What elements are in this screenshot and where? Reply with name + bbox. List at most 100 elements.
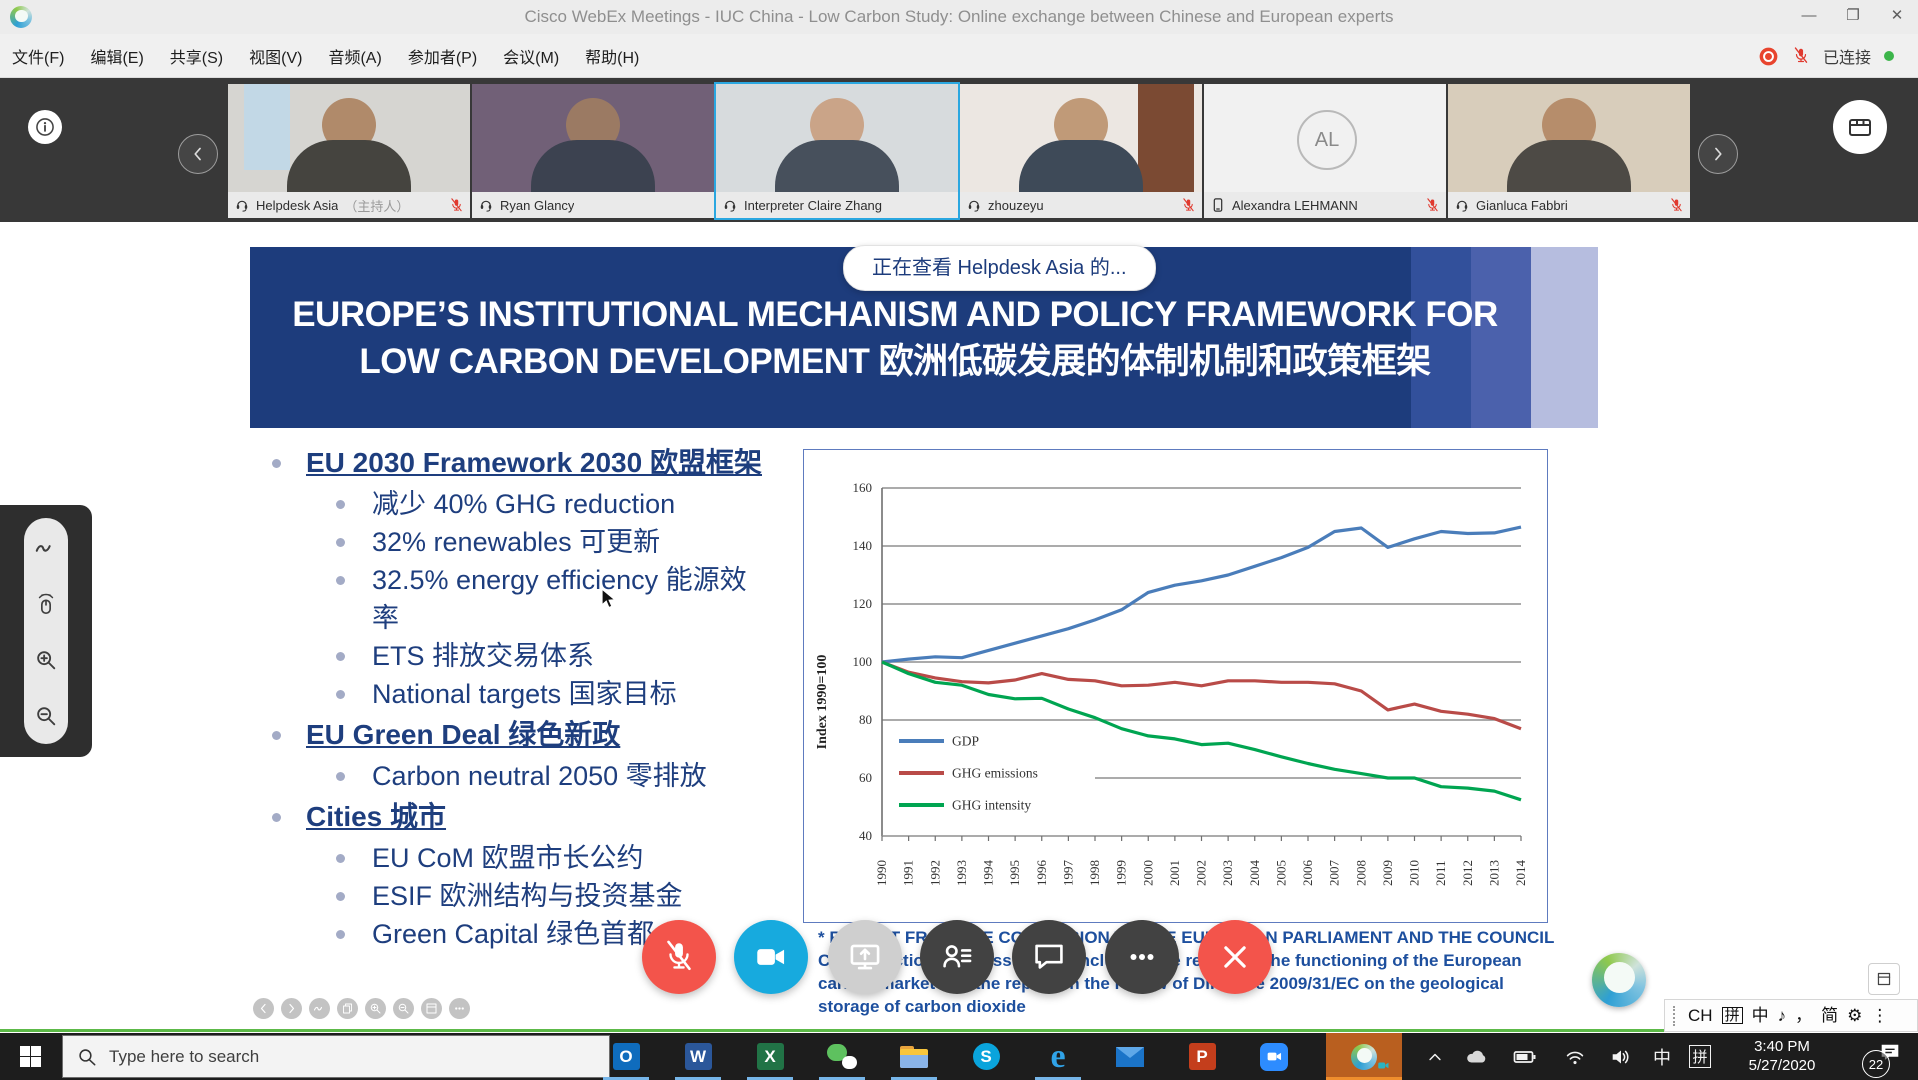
taskbar-search[interactable]: Type here to search [62,1035,610,1078]
headset-icon [966,197,982,213]
participant-name: zhouzeyu [988,198,1044,213]
clock-time: 3:40 PM [1728,1037,1836,1056]
ime-language-indicator[interactable]: 中 [1646,1033,1678,1080]
svg-text:1992: 1992 [927,860,942,886]
record-icon[interactable] [1758,46,1779,67]
langbar-handle[interactable] [1673,1006,1679,1026]
chat-button[interactable] [1012,920,1086,994]
chevron-left-icon[interactable] [253,998,274,1019]
action-center-button[interactable]: 22 [1846,1033,1912,1080]
ime-pinyin-indicator[interactable]: 拼 [1684,1033,1716,1080]
scroll-right-button[interactable] [1698,134,1738,174]
langbar-item[interactable]: ♪ [1778,1007,1787,1024]
bullet-item-l2: Carbon neutral 2050 零排放 [262,757,772,795]
volume-icon[interactable] [1602,1033,1640,1080]
langbar-item[interactable]: ⋮ [1871,1007,1888,1024]
participant-tile[interactable]: ALAlexandra LEHMANN [1204,84,1446,218]
participants-button[interactable] [920,920,994,994]
participant-tile[interactable]: Gianluca Fabbri [1448,84,1690,218]
menu-item[interactable]: 参加者(P) [408,44,477,68]
slide-title: EUROPE’S INSTITUTIONAL MECHANISM AND POL… [250,291,1540,385]
chevron-right-icon[interactable] [281,998,302,1019]
mic-muted-icon[interactable] [1792,47,1810,65]
langbar-item[interactable]: ⚙ [1847,1007,1862,1024]
langbar-item[interactable]: CH [1688,1007,1713,1024]
search-icon [77,1047,97,1067]
layout-button[interactable] [1833,100,1887,154]
minimize-button[interactable]: — [1788,0,1830,34]
taskbar-clock[interactable]: 3:40 PM 5/27/2020 [1728,1037,1836,1075]
pen-icon[interactable] [309,998,330,1019]
zoom-in-icon[interactable] [365,998,386,1019]
taskbar-app-excel[interactable]: X [734,1033,806,1080]
battery-icon[interactable] [1506,1033,1544,1080]
participant-name-bar: zhouzeyu [960,192,1202,218]
webex-ball-button[interactable] [1592,953,1646,1007]
camera-button[interactable] [734,920,808,994]
restore-panel-button[interactable] [1868,963,1900,995]
more-icon[interactable] [449,998,470,1019]
participant-name-bar: Helpdesk Asia（主持人） [228,192,470,218]
svg-text:2006: 2006 [1300,860,1315,887]
menu-item[interactable]: 帮助(H) [585,44,639,68]
taskbar-app-zoom[interactable] [1238,1033,1310,1080]
taskbar-app-skype[interactable]: S [950,1033,1022,1080]
participant-name-bar: Gianluca Fabbri [1448,192,1690,218]
svg-text:2000: 2000 [1140,860,1155,886]
zoom-in-icon[interactable] [34,648,58,672]
taskbar-app-powerpoint[interactable]: P [1166,1033,1238,1080]
svg-text:60: 60 [859,770,872,785]
taskbar-app-webex[interactable] [1326,1033,1402,1080]
leave-button[interactable] [1198,920,1272,994]
network-signal-icon[interactable] [1556,1033,1594,1080]
langbar-item[interactable]: 简 [1821,1007,1838,1024]
panel-icon[interactable] [421,998,442,1019]
more-button[interactable] [1105,920,1179,994]
onedrive-cloud-icon[interactable] [1460,1033,1494,1080]
connected-status: 已连接 [1823,44,1871,68]
bullet-item-l2: 减少 40% GHG reduction [262,485,772,523]
share-button[interactable] [828,920,902,994]
pages-icon[interactable] [337,998,358,1019]
menu-item[interactable]: 编辑(E) [90,44,143,68]
headset-icon [722,197,738,213]
zoom-out-icon[interactable] [34,704,58,728]
langbar-item[interactable]: 拼 [1722,1007,1743,1024]
menu-item[interactable]: 文件(F) [12,44,64,68]
taskbar-app-explorer[interactable] [878,1033,950,1080]
maximize-button[interactable]: ❐ [1832,0,1874,34]
menu-item[interactable]: 共享(S) [170,44,223,68]
participant-tile[interactable]: zhouzeyu [960,84,1202,218]
mute-button[interactable] [642,920,716,994]
bullet-item-l2: ETS 排放交易体系 [262,637,772,675]
taskbar-app-word[interactable]: W [662,1033,734,1080]
pen-icon[interactable] [34,536,58,560]
info-button[interactable] [28,110,62,144]
menu-item[interactable]: 会议(M) [503,44,559,68]
video-strip: Helpdesk Asia（主持人）Ryan GlancyInterpreter… [0,78,1918,222]
participant-tile[interactable]: Helpdesk Asia（主持人） [228,84,470,218]
headset-icon [478,197,494,213]
mic-muted-icon [449,198,464,213]
taskbar-app-outlook[interactable]: O [590,1033,662,1080]
participant-name: Alexandra LEHMANN [1232,198,1358,213]
langbar-item[interactable]: 中 [1752,1007,1769,1024]
taskbar-app-mail[interactable] [1094,1033,1166,1080]
taskbar-app-edge[interactable]: e [1022,1033,1094,1080]
taskbar-app-wechat[interactable] [806,1033,878,1080]
zoom-out-icon[interactable] [393,998,414,1019]
start-button[interactable] [0,1033,60,1080]
participant-tile[interactable]: Interpreter Claire Zhang [716,84,958,218]
tray-chevron-up-icon[interactable] [1418,1033,1452,1080]
svg-text:2003: 2003 [1220,860,1235,886]
banner-stripe [1531,247,1598,428]
remote-mouse-icon[interactable] [34,592,58,616]
langbar-item[interactable]: ， [1795,1007,1812,1024]
close-button[interactable]: ✕ [1876,0,1918,34]
scroll-left-button[interactable] [178,134,218,174]
participant-video [228,84,470,192]
menu-item[interactable]: 视图(V) [249,44,302,68]
taskbar: Type here to search OWX Se P 中 拼 3:40 PM 5… [0,1033,1918,1080]
participant-tile[interactable]: Ryan Glancy [472,84,714,218]
menu-item[interactable]: 音频(A) [328,44,381,68]
